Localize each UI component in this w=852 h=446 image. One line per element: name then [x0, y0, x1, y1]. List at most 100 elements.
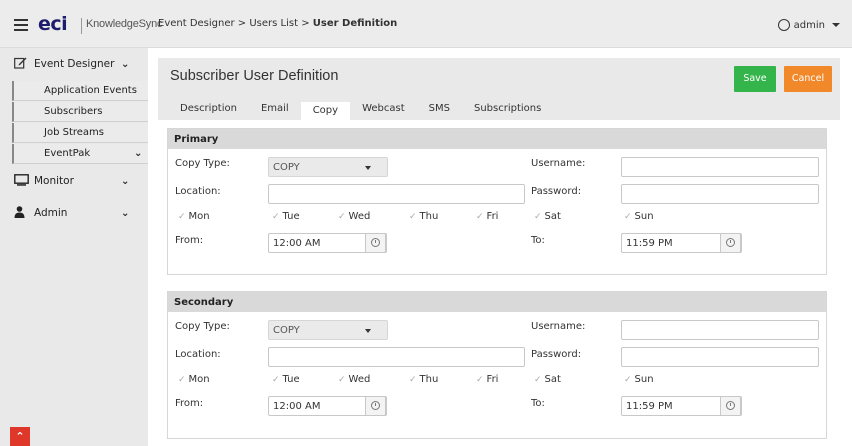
- sidebar-item-event-designer[interactable]: Event Designer ⌄: [0, 48, 148, 80]
- tab-webcast[interactable]: Webcast: [350, 102, 417, 120]
- day-label: Thu: [419, 374, 439, 385]
- day-label: Sat: [544, 211, 561, 222]
- primary-panel: Primary Copy Type: COPY Username: Locati…: [167, 128, 827, 275]
- to-time-input[interactable]: 11:59 PM: [621, 233, 742, 253]
- main-content: Subscriber User Definition Save Cancel D…: [148, 48, 852, 446]
- day-label: Wed: [348, 211, 371, 222]
- sidebar-subitem-eventpak[interactable]: EventPak ⌄: [12, 144, 148, 164]
- tab-copy[interactable]: Copy: [300, 102, 351, 120]
- user-menu[interactable]: admin: [777, 19, 840, 31]
- from-time-value: 12:00 AM: [273, 238, 321, 249]
- tab-sms[interactable]: SMS: [417, 102, 462, 120]
- sidebar-item-admin[interactable]: Admin ⌄: [0, 197, 148, 229]
- checkmark-icon: ✓: [624, 375, 632, 385]
- password-input[interactable]: [621, 184, 819, 204]
- scroll-to-top-button[interactable]: ⌃: [10, 427, 30, 446]
- from-time-input[interactable]: 12:00 AM: [268, 396, 387, 416]
- to-time-input[interactable]: 11:59 PM: [621, 396, 742, 416]
- sidebar-subitem-application-events[interactable]: Application Events: [12, 81, 148, 101]
- hamburger-menu-icon[interactable]: [14, 19, 28, 31]
- day-mon-checkbox[interactable]: ✓ Mon: [178, 211, 210, 222]
- to-label: To:: [531, 398, 545, 409]
- page-header: Subscriber User Definition Save Cancel D…: [158, 58, 840, 120]
- clock-icon[interactable]: [720, 233, 741, 253]
- checkmark-icon: ✓: [476, 212, 484, 222]
- day-label: Fri: [486, 374, 499, 385]
- from-time-value: 12:00 AM: [273, 401, 321, 412]
- clock-icon[interactable]: [365, 233, 386, 253]
- copy-type-label: Copy Type:: [175, 158, 230, 169]
- day-tue-checkbox[interactable]: ✓ Tue: [272, 211, 300, 222]
- to-label: To:: [531, 235, 545, 246]
- day-label: Sat: [544, 374, 561, 385]
- day-sat-checkbox[interactable]: ✓ Sat: [534, 211, 561, 222]
- day-wed-checkbox[interactable]: ✓ Wed: [338, 374, 370, 385]
- location-label: Location:: [175, 349, 221, 360]
- day-thu-checkbox[interactable]: ✓ Thu: [409, 211, 438, 222]
- location-input[interactable]: [268, 184, 525, 204]
- breadcrumb-path[interactable]: Event Designer > Users List >: [158, 18, 313, 29]
- username-input[interactable]: [621, 157, 819, 177]
- day-fri-checkbox[interactable]: ✓ Fri: [476, 374, 498, 385]
- day-sat-checkbox[interactable]: ✓ Sat: [534, 374, 561, 385]
- to-time-value: 11:59 PM: [626, 401, 673, 412]
- checkmark-icon: ✓: [534, 375, 542, 385]
- password-input[interactable]: [621, 347, 819, 367]
- user-icon: [14, 205, 25, 221]
- copy-type-select[interactable]: COPY: [268, 157, 388, 177]
- cancel-button[interactable]: Cancel: [784, 66, 832, 92]
- sidebar-subitem-subscribers[interactable]: Subscribers: [12, 102, 148, 122]
- checkmark-icon: ✓: [409, 375, 417, 385]
- day-label: Sun: [634, 374, 654, 385]
- chevron-up-icon: ⌃: [15, 430, 25, 443]
- secondary-panel: Secondary Copy Type: COPY Username: Loca…: [167, 291, 827, 439]
- checkmark-icon: ✓: [624, 212, 632, 222]
- tab-bar: Description Email Copy Webcast SMS Subsc…: [168, 102, 553, 120]
- from-time-input[interactable]: 12:00 AM: [268, 233, 387, 253]
- copy-type-select[interactable]: COPY: [268, 320, 388, 340]
- edit-icon: [14, 57, 27, 72]
- location-input[interactable]: [268, 347, 525, 367]
- sidebar-label-monitor: Monitor: [34, 175, 74, 187]
- tab-email[interactable]: Email: [249, 102, 301, 120]
- day-mon-checkbox[interactable]: ✓ Mon: [178, 374, 210, 385]
- username-label: Username:: [531, 158, 586, 169]
- checkmark-icon: ✓: [178, 375, 186, 385]
- day-label: Sun: [634, 211, 654, 222]
- location-label: Location:: [175, 186, 221, 197]
- caret-down-icon: [832, 23, 840, 27]
- sidebar-item-monitor[interactable]: Monitor ⌄: [0, 165, 148, 197]
- chevron-down-icon: ⌄: [121, 175, 130, 187]
- day-sun-checkbox[interactable]: ✓ Sun: [624, 374, 654, 385]
- from-label: From:: [175, 235, 204, 246]
- user-name: admin: [793, 19, 825, 31]
- clock-icon[interactable]: [720, 396, 741, 416]
- checkmark-icon: ✓: [272, 375, 280, 385]
- day-fri-checkbox[interactable]: ✓ Fri: [476, 211, 498, 222]
- sidebar-label-admin: Admin: [34, 207, 68, 219]
- day-thu-checkbox[interactable]: ✓ Thu: [409, 374, 438, 385]
- day-label: Tue: [282, 374, 300, 385]
- clock-icon[interactable]: [365, 396, 386, 416]
- day-wed-checkbox[interactable]: ✓ Wed: [338, 211, 370, 222]
- breadcrumb: Event Designer > Users List > User Defin…: [158, 18, 397, 29]
- day-label: Fri: [486, 211, 499, 222]
- eci-logo: eci: [38, 13, 68, 35]
- checkmark-icon: ✓: [272, 212, 280, 222]
- checkmark-icon: ✓: [409, 212, 417, 222]
- monitor-icon: [14, 173, 29, 189]
- tab-subscriptions[interactable]: Subscriptions: [462, 102, 553, 120]
- sidebar-subitem-job-streams[interactable]: Job Streams: [12, 123, 148, 143]
- checkmark-icon: ✓: [338, 212, 346, 222]
- chevron-down-icon: ⌄: [121, 207, 130, 219]
- checkmark-icon: ✓: [476, 375, 484, 385]
- password-label: Password:: [531, 349, 582, 360]
- tab-description[interactable]: Description: [168, 102, 249, 120]
- logo-divider: [81, 18, 82, 34]
- day-tue-checkbox[interactable]: ✓ Tue: [272, 374, 300, 385]
- page-title: Subscriber User Definition: [170, 68, 339, 84]
- chevron-down-icon: ⌄: [134, 148, 143, 159]
- username-input[interactable]: [621, 320, 819, 340]
- day-sun-checkbox[interactable]: ✓ Sun: [624, 211, 654, 222]
- save-button[interactable]: Save: [734, 66, 776, 92]
